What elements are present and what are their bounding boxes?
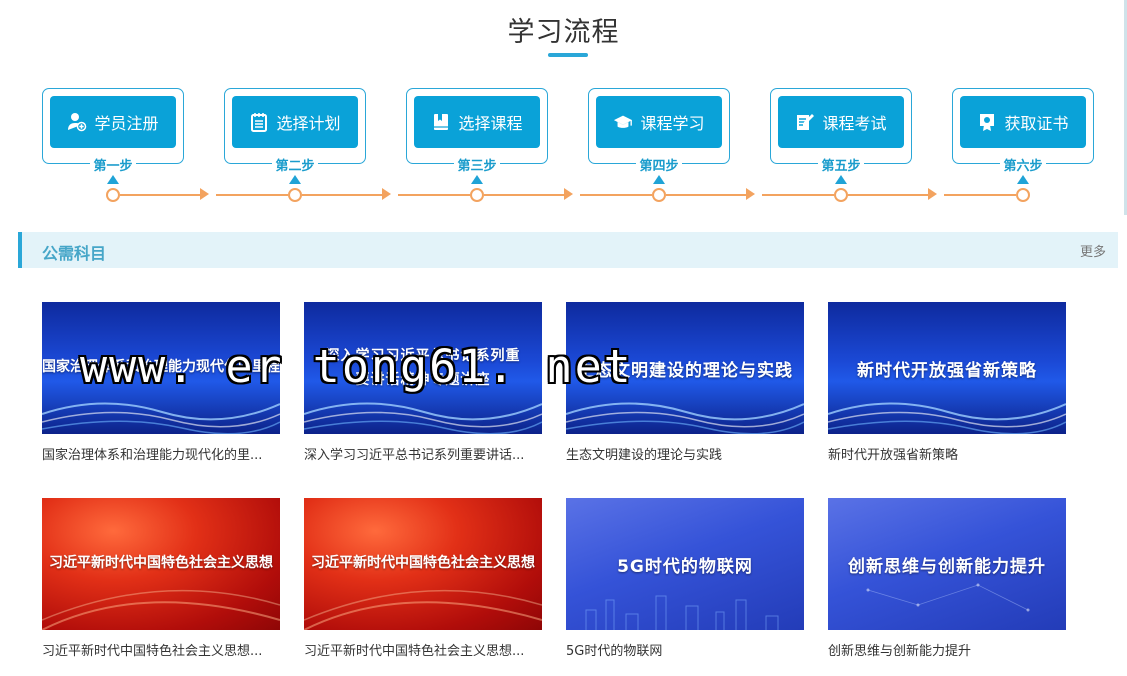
step-card-2: 选择计划 第二步: [224, 88, 366, 174]
thumbnail-title: 新时代开放强省新策略: [857, 361, 1037, 381]
timeline-dot: [470, 188, 484, 202]
timeline-segment: [302, 194, 382, 196]
timeline-dot: [1016, 188, 1030, 202]
step-pointer: [653, 175, 665, 184]
course-title[interactable]: 深入学习习近平总书记系列重要讲话...: [304, 444, 542, 463]
step-pointer: [835, 175, 847, 184]
course-thumbnail: 习近平新时代中国特色社会主义思想: [42, 498, 280, 630]
timeline-segment: [666, 194, 746, 196]
timeline-arrow-icon: [746, 188, 755, 200]
exam-pen-icon: [797, 114, 815, 130]
course-card[interactable]: 习近平新时代中国特色社会主义思想 习近平新时代中国特色社会主义思想...: [304, 498, 542, 668]
step-number: 第四步: [589, 155, 729, 174]
step-card-4: 课程学习 第四步: [588, 88, 730, 174]
page: 学习流程 学员注册 第一步 选择计划 第二步 选择课程 第三步 课程学习 第四步: [0, 0, 1127, 676]
course-thumbnail: 创新思维与创新能力提升: [828, 498, 1066, 630]
step-button-label: 学员注册: [94, 114, 159, 133]
course-thumbnail: 5G时代的物联网: [566, 498, 804, 630]
dot-decoration: [866, 583, 1030, 612]
timeline-dot: [834, 188, 848, 202]
step-pointer: [1017, 175, 1029, 184]
wave-decoration: [828, 402, 1066, 434]
step-button-label: 选择课程: [458, 114, 523, 133]
wave-decoration: [304, 589, 542, 630]
timeline-arrow-icon: [928, 188, 937, 200]
timeline-arrow-icon: [382, 188, 391, 200]
course-title[interactable]: 习近平新时代中国特色社会主义思想...: [42, 640, 280, 659]
timeline-segment: [580, 194, 652, 196]
step-number: 第一步: [43, 155, 183, 174]
step-number: 第六步: [953, 155, 1093, 174]
course-card[interactable]: 创新思维与创新能力提升 创新思维与创新能力提升: [828, 498, 1066, 668]
step-button-certificate[interactable]: 获取证书: [960, 96, 1086, 148]
section-header: 公需科目 更多: [18, 232, 1118, 268]
user-add-icon: [68, 113, 87, 132]
course-thumbnail: 习近平新时代中国特色社会主义思想: [304, 498, 542, 630]
step-button-label: 课程学习: [640, 114, 705, 133]
step-button-exam[interactable]: 课程考试: [778, 96, 904, 148]
course-card[interactable]: 5G时代的物联网 5G时代的物联网: [566, 498, 804, 668]
step-button-course[interactable]: 选择课程: [414, 96, 540, 148]
timeline-segment: [762, 194, 834, 196]
step-card-1: 学员注册 第一步: [42, 88, 184, 174]
timeline-segment: [848, 194, 928, 196]
step-button-register[interactable]: 学员注册: [50, 96, 176, 148]
thumbnail-title: 创新思维与创新能力提升: [848, 557, 1046, 577]
step-button-study[interactable]: 课程学习: [596, 96, 722, 148]
timeline-arrow-icon: [564, 188, 573, 200]
course-card[interactable]: 习近平新时代中国特色社会主义思想 习近平新时代中国特色社会主义思想...: [42, 498, 280, 668]
page-title: 学习流程: [507, 17, 620, 48]
step-button-label: 选择计划: [276, 114, 341, 133]
timeline-segment: [216, 194, 288, 196]
timeline-segment: [944, 194, 1016, 196]
step-card-6: 获取证书 第六步: [952, 88, 1094, 174]
course-thumbnail: 新时代开放强省新策略: [828, 302, 1066, 434]
timeline-dot: [288, 188, 302, 202]
step-number: 第二步: [225, 155, 365, 174]
city-grid-decoration: [585, 595, 779, 630]
wave-decoration: [42, 589, 280, 630]
step-number: 第三步: [407, 155, 547, 174]
thumbnail-title: 习近平新时代中国特色社会主义思想: [49, 555, 273, 571]
step-pointer: [471, 175, 483, 184]
section-title: 公需科目: [42, 244, 107, 263]
step-card-5: 课程考试 第五步: [770, 88, 912, 174]
graduation-cap-icon: [614, 115, 633, 128]
more-link[interactable]: 更多: [1080, 241, 1106, 260]
timeline-segment: [398, 194, 470, 196]
step-button-label: 获取证书: [1004, 114, 1069, 133]
timeline-dot: [652, 188, 666, 202]
timeline-arrow-icon: [200, 188, 209, 200]
book-icon: [434, 114, 449, 130]
step-pointer: [107, 175, 119, 184]
notepad-icon: [251, 113, 268, 132]
course-title[interactable]: 国家治理体系和治理能力现代化的里...: [42, 444, 280, 463]
step-number: 第五步: [771, 155, 911, 174]
watermark: www. er tong61. net: [80, 340, 633, 393]
course-title[interactable]: 新时代开放强省新策略: [828, 444, 1066, 463]
step-pointer: [289, 175, 301, 184]
step-button-plan[interactable]: 选择计划: [232, 96, 358, 148]
course-title[interactable]: 5G时代的物联网: [566, 640, 804, 659]
course-title[interactable]: 创新思维与创新能力提升: [828, 640, 1066, 659]
course-title[interactable]: 生态文明建设的理论与实践: [566, 444, 804, 463]
timeline-segment: [120, 194, 200, 196]
thumbnail-title: 5G时代的物联网: [617, 557, 753, 577]
course-card[interactable]: 新时代开放强省新策略 新时代开放强省新策略: [828, 302, 1066, 472]
certificate-icon: [980, 114, 995, 131]
step-button-label: 课程考试: [822, 114, 887, 133]
step-card-3: 选择课程 第三步: [406, 88, 548, 174]
title-underline: [548, 53, 588, 57]
thumbnail-title: 习近平新时代中国特色社会主义思想: [311, 555, 535, 571]
timeline-segment: [484, 194, 564, 196]
timeline-dot: [106, 188, 120, 202]
course-title[interactable]: 习近平新时代中国特色社会主义思想...: [304, 640, 542, 659]
